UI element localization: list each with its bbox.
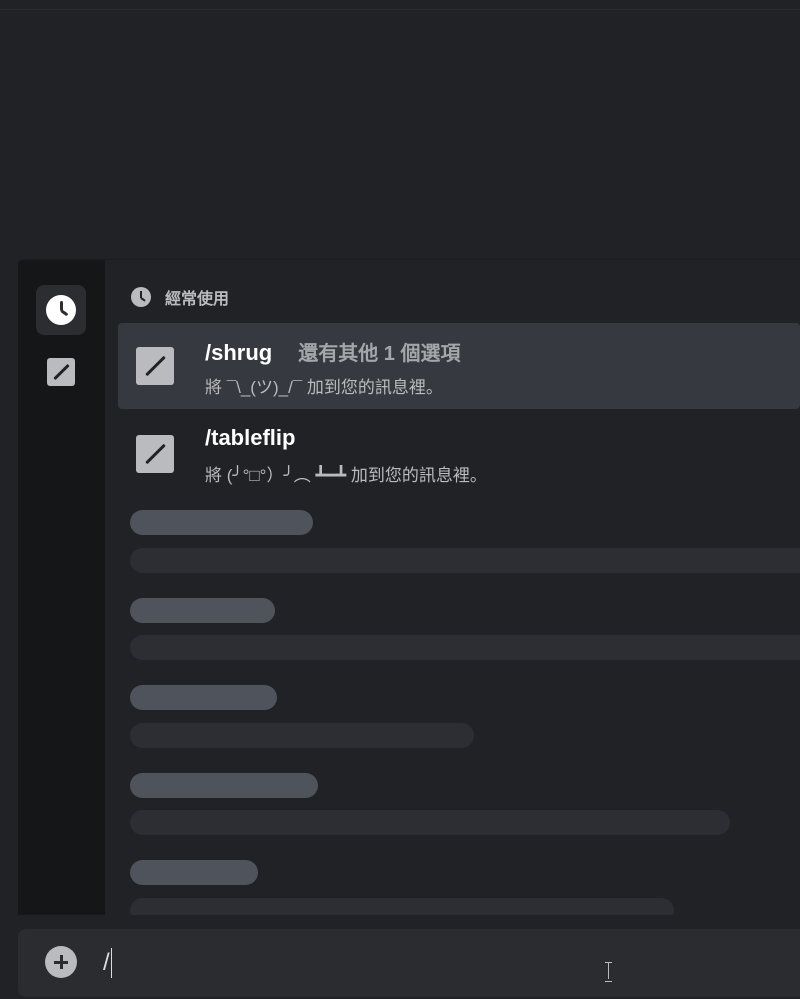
command-name: /shrug 還有其他 1 個選項 — [205, 340, 461, 365]
top-divider — [0, 0, 800, 10]
section-label: 經常使用 — [165, 291, 230, 308]
slash-command-icon — [47, 358, 75, 386]
loading-placeholder-title — [130, 860, 258, 885]
loading-placeholder-title — [130, 598, 275, 623]
builtin-commands-category-button[interactable] — [36, 347, 86, 397]
loading-placeholder-body — [130, 723, 474, 748]
command-item-shrug[interactable]: /shrug 還有其他 1 個選項 將 ¯\_(ツ)_/¯ 加到您的訊息裡。 — [118, 323, 800, 409]
slash-command-icon — [136, 347, 174, 385]
clock-icon — [131, 287, 151, 307]
command-item-tableflip[interactable]: /tableflip 將 (╯°□°）╯︵ ┻━┻ 加到您的訊息裡。 — [118, 411, 800, 497]
loading-placeholder-body — [130, 898, 674, 915]
message-input-bar: / — [18, 929, 800, 997]
loading-placeholder-body — [130, 635, 800, 660]
slash-command-icon — [136, 435, 174, 473]
command-list: 經常使用 /shrug 還有其他 1 個選項 將 ¯\_(ツ)_/¯ 加到您的訊息… — [105, 260, 800, 915]
loading-placeholder-body — [130, 810, 730, 835]
message-input[interactable]: / — [103, 947, 603, 979]
text-caret — [110, 948, 112, 978]
command-description: 將 ¯\_(ツ)_/¯ 加到您的訊息裡。 — [205, 378, 443, 397]
frequently-used-category-button[interactable] — [36, 285, 86, 335]
loading-placeholder-title — [130, 685, 277, 710]
command-autocomplete-popup: 經常使用 /shrug 還有其他 1 個選項 將 ¯\_(ツ)_/¯ 加到您的訊息… — [18, 259, 800, 915]
command-name: /tableflip — [205, 425, 296, 450]
plus-circle-icon[interactable] — [45, 946, 77, 978]
loading-placeholder-title — [130, 773, 318, 798]
loading-placeholder-title — [130, 510, 313, 535]
command-description: 將 (╯°□°）╯︵ ┻━┻ 加到您的訊息裡。 — [205, 466, 487, 485]
clock-icon — [46, 295, 76, 325]
text-cursor-icon — [604, 962, 614, 982]
command-category-rail — [18, 260, 105, 915]
message-input-value: / — [103, 949, 110, 976]
section-header-frequently-used: 經常使用 — [131, 286, 229, 308]
more-options-label: 還有其他 1 個選項 — [298, 343, 461, 365]
loading-placeholder-body — [130, 548, 800, 573]
